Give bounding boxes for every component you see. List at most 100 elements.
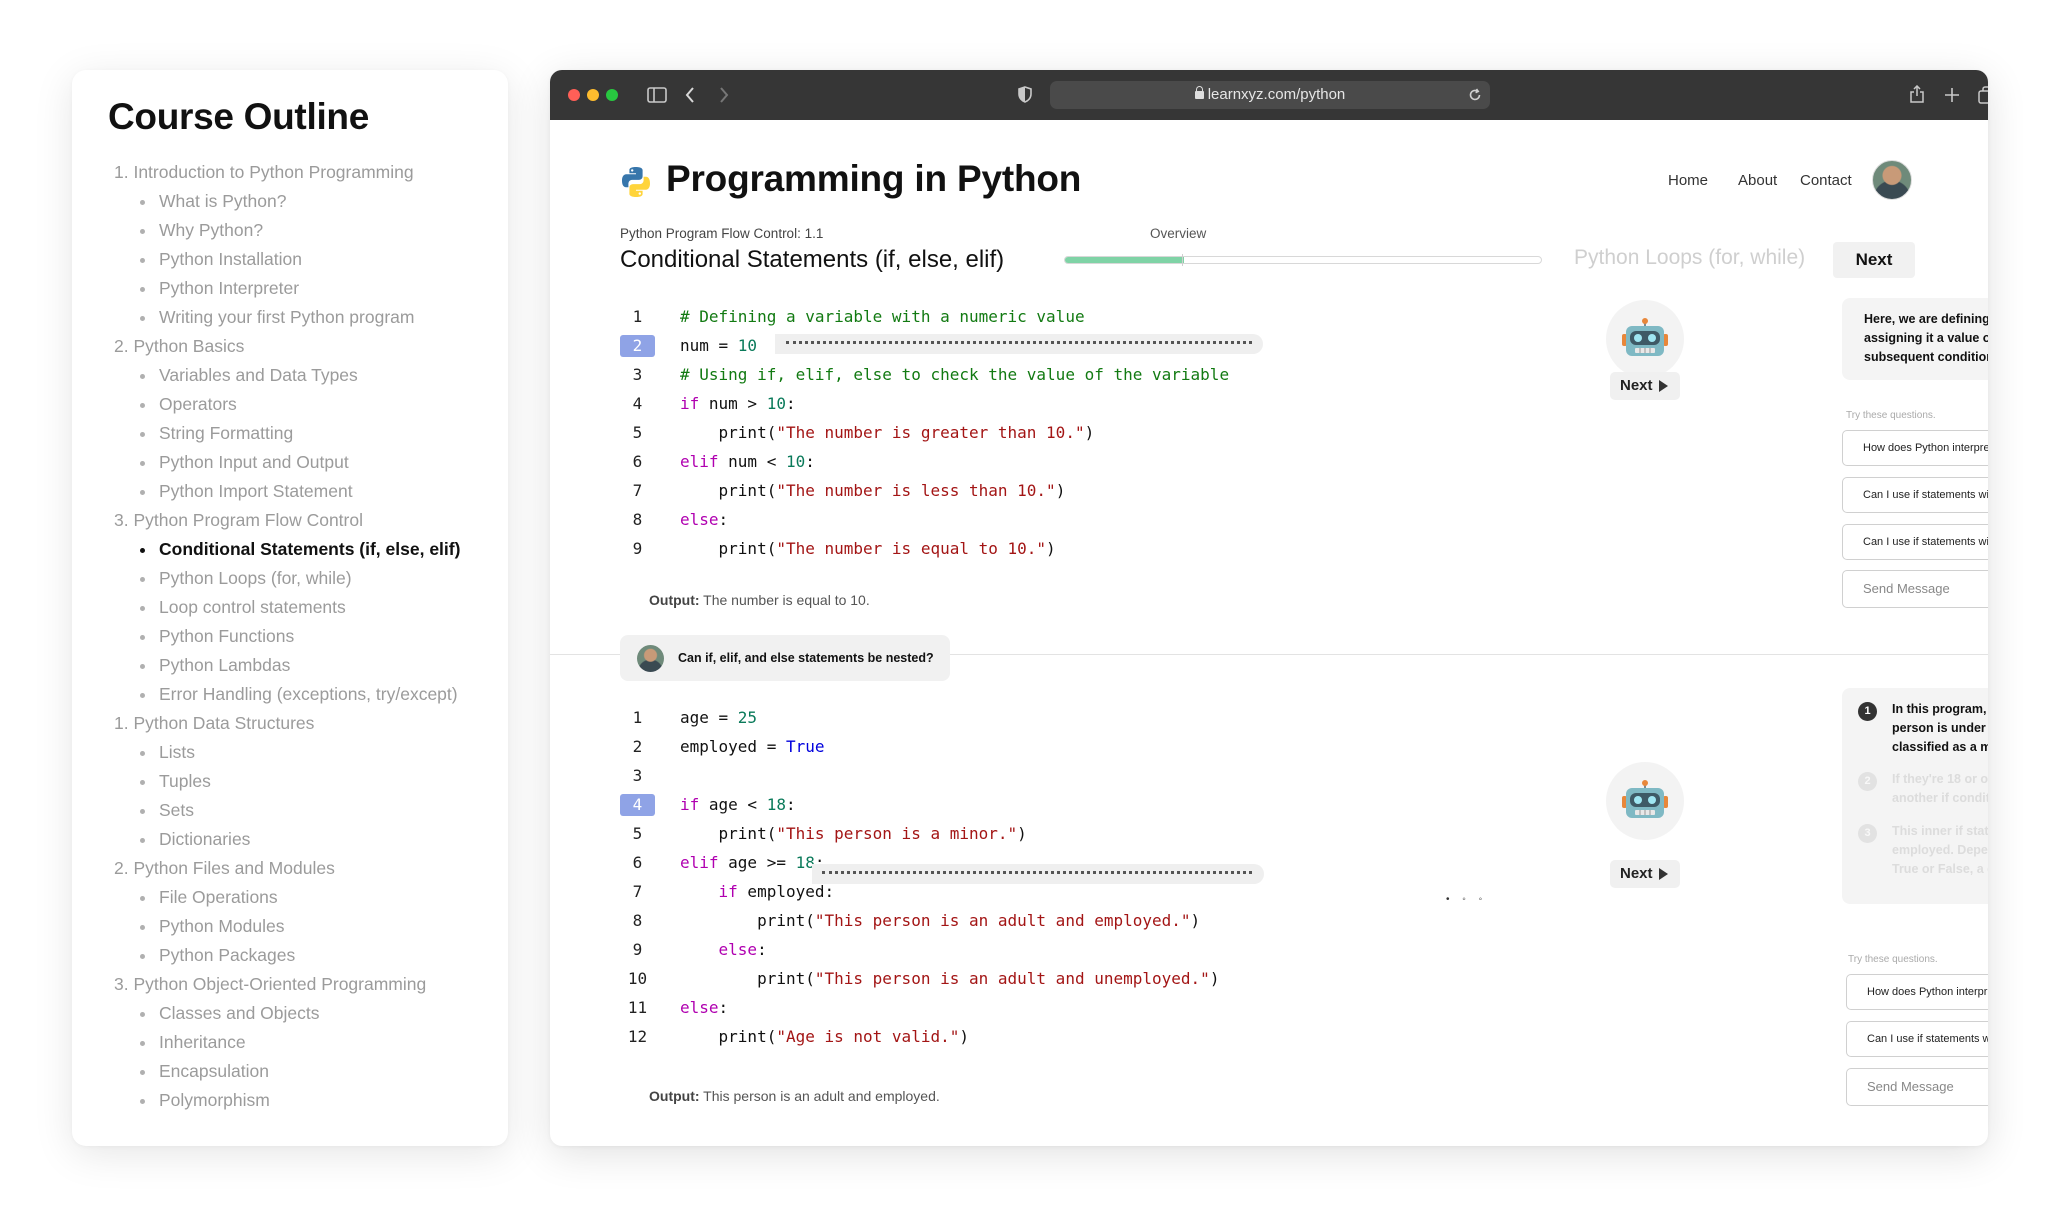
outline-lesson[interactable]: Why Python? bbox=[108, 216, 508, 245]
outline-section[interactable]: 3. Python Object-Oriented Programming bbox=[108, 970, 508, 999]
tabs-overview-icon[interactable] bbox=[1977, 83, 1988, 107]
line-number[interactable]: 7 bbox=[620, 877, 655, 906]
line-number[interactable]: 9 bbox=[620, 534, 655, 563]
address-bar[interactable]: learnxyz.com/python bbox=[1050, 81, 1490, 109]
step-pager-dots[interactable]: • ◦ ◦ bbox=[1446, 894, 1487, 905]
code-token: age < bbox=[699, 795, 767, 814]
line-number[interactable]: 6 bbox=[620, 848, 655, 877]
outline-lesson[interactable]: String Formatting bbox=[108, 419, 508, 448]
outline-lesson[interactable]: Python Modules bbox=[108, 912, 508, 941]
assistant-robot-1 bbox=[1606, 300, 1684, 378]
next-step-button-2[interactable]: Next bbox=[1610, 860, 1680, 888]
outline-lesson[interactable]: Python Lambdas bbox=[108, 651, 508, 680]
outline-lesson[interactable]: Operators bbox=[108, 390, 508, 419]
nav-contact-link[interactable]: Contact bbox=[1800, 172, 1852, 189]
line-number[interactable]: 5 bbox=[620, 418, 655, 447]
line-number[interactable]: 5 bbox=[620, 819, 655, 848]
outline-lesson[interactable]: Variables and Data Types bbox=[108, 361, 508, 390]
outline-lesson[interactable]: Error Handling (exceptions, try/except) bbox=[108, 680, 508, 709]
page-title: Programming in Python bbox=[666, 158, 1082, 199]
send-message-placeholder: Send Message bbox=[1863, 581, 1950, 596]
code-token: num = bbox=[680, 336, 738, 355]
outline-lesson[interactable]: File Operations bbox=[108, 883, 508, 912]
send-message-input-1[interactable]: Send Message bbox=[1842, 570, 1988, 608]
line-number[interactable]: 8 bbox=[620, 906, 655, 935]
outline-section[interactable]: 1. Python Data Structures bbox=[108, 709, 508, 738]
close-window-button[interactable] bbox=[568, 89, 580, 101]
outline-lesson[interactable]: Python Loops (for, while) bbox=[108, 564, 508, 593]
outline-lesson[interactable]: Sets bbox=[108, 796, 508, 825]
code-token: # Defining a variable with a numeric val… bbox=[680, 307, 1085, 326]
next-lesson-title[interactable]: Python Loops (for, while) bbox=[1574, 246, 1805, 270]
outline-lesson[interactable]: Python Input and Output bbox=[108, 448, 508, 477]
line-number[interactable]: 6 bbox=[620, 447, 655, 476]
overview-label[interactable]: Overview bbox=[1150, 226, 1206, 241]
outline-section[interactable]: 3. Python Program Flow Control bbox=[108, 506, 508, 535]
nav-about-link[interactable]: About bbox=[1738, 172, 1777, 189]
line-number[interactable]: 8 bbox=[620, 505, 655, 534]
forward-icon[interactable] bbox=[716, 83, 732, 107]
line-number[interactable]: 11 bbox=[620, 993, 655, 1022]
code-token: # Using if, elif, else to check the valu… bbox=[680, 365, 1230, 384]
outline-section[interactable]: 2. Python Basics bbox=[108, 332, 508, 361]
next-lesson-button[interactable]: Next bbox=[1833, 242, 1915, 278]
line-number[interactable]: 2 bbox=[620, 334, 655, 357]
line-number[interactable]: 12 bbox=[620, 1022, 655, 1051]
user-avatar[interactable] bbox=[1872, 160, 1912, 200]
suggested-question-3[interactable]: Can I use if statements without else or … bbox=[1842, 524, 1988, 560]
outline-lesson[interactable]: What is Python? bbox=[108, 187, 508, 216]
next-step-button-1[interactable]: Next bbox=[1610, 372, 1680, 400]
outline-lesson[interactable]: Classes and Objects bbox=[108, 999, 508, 1028]
code-text: print("This person is an adult and emplo… bbox=[680, 906, 1200, 935]
suggested-question-5[interactable]: Can I use if statements without else or … bbox=[1846, 1021, 1988, 1057]
code-token: num < bbox=[718, 452, 786, 471]
outline-lesson[interactable]: Python Import Statement bbox=[108, 477, 508, 506]
line-number[interactable]: 4 bbox=[620, 389, 655, 418]
try-questions-label: Try these questions. bbox=[1848, 954, 1938, 965]
minimize-window-button[interactable] bbox=[587, 89, 599, 101]
nav-home-link[interactable]: Home bbox=[1668, 172, 1708, 189]
sidebar-icon[interactable] bbox=[646, 83, 668, 107]
new-tab-icon[interactable] bbox=[1943, 83, 1961, 107]
outline-lesson[interactable]: Python Functions bbox=[108, 622, 508, 651]
code-token: ) bbox=[1209, 969, 1220, 988]
suggested-question-2[interactable]: Can I use if statements without else or … bbox=[1842, 477, 1988, 513]
back-icon[interactable] bbox=[682, 83, 698, 107]
suggested-question-1[interactable]: How does Python interpret conditions in … bbox=[1842, 430, 1988, 466]
line-number[interactable]: 2 bbox=[620, 732, 655, 761]
privacy-shield-icon[interactable] bbox=[1016, 83, 1034, 107]
line-number[interactable]: 1 bbox=[620, 302, 655, 331]
play-icon bbox=[1659, 380, 1668, 392]
outline-lesson[interactable]: Tuples bbox=[108, 767, 508, 796]
send-message-placeholder: Send Message bbox=[1867, 1079, 1954, 1094]
line-number[interactable]: 3 bbox=[620, 360, 655, 389]
code-text: employed = True bbox=[680, 732, 825, 761]
line-number[interactable]: 3 bbox=[620, 761, 655, 790]
outline-lesson[interactable]: Conditional Statements (if, else, elif) bbox=[108, 535, 508, 564]
reload-icon[interactable] bbox=[1468, 81, 1482, 112]
assistant-robot-2 bbox=[1606, 762, 1684, 840]
code-token: : bbox=[785, 394, 796, 413]
line-number[interactable]: 10 bbox=[620, 964, 655, 993]
line-number[interactable]: 4 bbox=[620, 793, 655, 816]
outline-lesson[interactable]: Lists bbox=[108, 738, 508, 767]
outline-section[interactable]: 2. Python Files and Modules bbox=[108, 854, 508, 883]
outline-lesson[interactable]: Writing your first Python program bbox=[108, 303, 508, 332]
send-message-input-2[interactable]: Send Message bbox=[1846, 1068, 1988, 1106]
zoom-window-button[interactable] bbox=[606, 89, 618, 101]
outline-lesson[interactable]: Encapsulation bbox=[108, 1057, 508, 1086]
outline-lesson[interactable]: Python Installation bbox=[108, 245, 508, 274]
outline-lesson[interactable]: Loop control statements bbox=[108, 593, 508, 622]
line-pointer-2 bbox=[822, 871, 1252, 878]
outline-lesson[interactable]: Inheritance bbox=[108, 1028, 508, 1057]
suggested-question-4[interactable]: How does Python interpret conditions in … bbox=[1846, 974, 1988, 1010]
line-number[interactable]: 1 bbox=[620, 703, 655, 732]
outline-lesson[interactable]: Python Interpreter bbox=[108, 274, 508, 303]
outline-lesson[interactable]: Polymorphism bbox=[108, 1086, 508, 1115]
line-number[interactable]: 9 bbox=[620, 935, 655, 964]
share-icon[interactable] bbox=[1908, 83, 1926, 107]
outline-lesson[interactable]: Dictionaries bbox=[108, 825, 508, 854]
outline-lesson[interactable]: Python Packages bbox=[108, 941, 508, 970]
outline-section[interactable]: 1. Introduction to Python Programming bbox=[108, 158, 508, 187]
line-number[interactable]: 7 bbox=[620, 476, 655, 505]
